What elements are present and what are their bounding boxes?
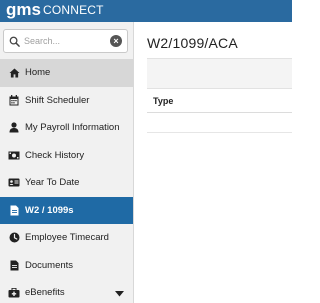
home-icon [8, 67, 20, 79]
close-circle-icon[interactable]: × [110, 35, 122, 47]
clock-icon [8, 232, 20, 244]
medkit-icon [8, 287, 20, 299]
app-header: gms CONNECT [0, 0, 292, 22]
sidebar-item-label: Documents [25, 259, 74, 271]
sidebar-item-shift-scheduler[interactable]: Shift Scheduler [0, 87, 133, 115]
logo-connect-text: CONNECT [42, 3, 104, 17]
table-toolbar [147, 59, 292, 89]
document-icon [8, 204, 20, 216]
page-title: W2/1099/ACA [147, 35, 238, 51]
file-icon [8, 259, 20, 271]
sidebar-item-home[interactable]: Home [0, 59, 133, 87]
sidebar-item-label: My Payroll Information [25, 122, 120, 134]
sidebar-item-label: W2 / 1099s [25, 204, 74, 216]
sidebar-item-documents[interactable]: Documents [0, 252, 133, 280]
table-row-empty [147, 113, 292, 133]
sidebar-item-label: Home [25, 67, 51, 79]
money-icon [8, 149, 20, 161]
sidebar-item-employee-timecard[interactable]: Employee Timecard [0, 224, 133, 252]
sidebar-item-label: eBenefits [25, 287, 65, 299]
logo-g-text: gms [6, 0, 41, 19]
sidebar-item-label: Check History [25, 149, 85, 161]
search-icon [9, 34, 20, 52]
sidebar-nav: Home Shift Scheduler My Payroll Informat… [0, 59, 133, 303]
sidebar-item-year-to-date[interactable]: Year To Date [0, 169, 133, 197]
id-card-icon [8, 177, 20, 189]
sidebar-item-label: Shift Scheduler [25, 94, 90, 106]
gms-connect-logo[interactable]: gms CONNECT [6, 1, 104, 19]
sidebar-item-check-history[interactable]: Check History [0, 142, 133, 170]
sidebar-item-my-payroll-information[interactable]: My Payroll Information [0, 114, 133, 142]
sidebar: × Home Shift Scheduler My Payroll Inform… [0, 22, 134, 303]
chevron-down-icon[interactable] [115, 289, 124, 300]
sidebar-item-label: Employee Timecard [25, 232, 109, 244]
search-input[interactable] [24, 33, 110, 49]
sidebar-item-w2-1099s[interactable]: W2 / 1099s [0, 196, 133, 224]
sidebar-item-label: Year To Date [25, 177, 80, 189]
user-icon [8, 122, 20, 134]
main-content: W2/1099/ACA Type [135, 22, 292, 303]
sidebar-item-ebenefits[interactable]: eBenefits [0, 279, 133, 303]
column-header-type[interactable]: Type [153, 96, 173, 106]
documents-table: Type [147, 58, 292, 158]
calendar-icon [8, 94, 20, 106]
search-box: × [3, 29, 128, 53]
table-header-row: Type [147, 89, 292, 113]
